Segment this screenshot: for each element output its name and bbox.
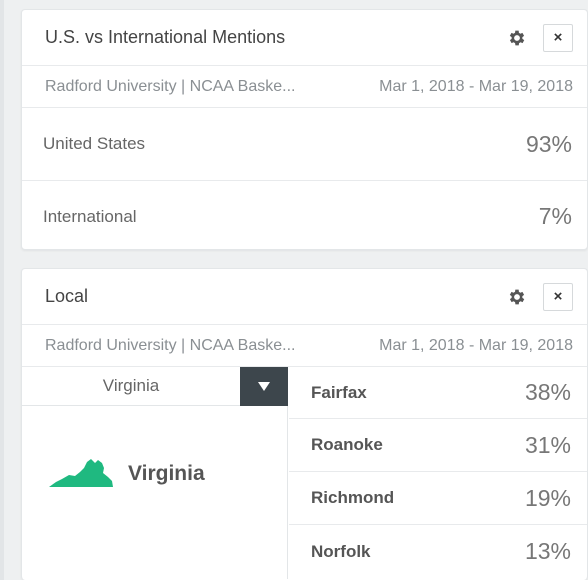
date-range: Mar 1, 2018 - Mar 19, 2018	[379, 336, 573, 354]
city-name: Fairfax	[311, 382, 367, 402]
city-row-norfolk: Norfolk 13%	[289, 525, 587, 578]
gear-icon-glyph	[509, 30, 525, 45]
metric-row-united-states: United States 93%	[22, 108, 587, 180]
dashboard: U.S. vs International Mentions × Radford…	[0, 0, 588, 580]
region-select[interactable]: Virginia	[22, 367, 288, 406]
region-display: Virginia	[48, 457, 205, 491]
virginia-map-icon	[49, 459, 113, 487]
source-label: Radford University | NCAA Baske...	[45, 77, 296, 95]
local-body: Virginia Virginia Fairfax 38% Roanoke 31…	[22, 367, 587, 579]
city-row-roanoke: Roanoke 31%	[289, 419, 587, 472]
card-header: Local ×	[22, 269, 587, 325]
us-vs-international-card: U.S. vs International Mentions × Radford…	[21, 9, 588, 250]
city-value: 19%	[524, 484, 571, 511]
city-list: Fairfax 38% Roanoke 31% Richmond 19% Nor…	[289, 367, 587, 578]
city-row-fairfax: Fairfax 38%	[289, 367, 587, 419]
city-row-richmond: Richmond 19%	[289, 472, 587, 525]
card-title: U.S. vs International Mentions	[45, 27, 286, 47]
dropdown-toggle-button[interactable]	[240, 367, 288, 406]
gear-icon[interactable]	[505, 26, 529, 50]
region-select-value[interactable]: Virginia	[22, 367, 240, 406]
city-value: 38%	[524, 379, 571, 405]
region-pane: Virginia Virginia	[22, 367, 288, 579]
close-button[interactable]: ×	[543, 23, 573, 52]
card-subheader: Radford University | NCAA Baske... Mar 1…	[22, 66, 587, 108]
card-header: U.S. vs International Mentions ×	[22, 10, 587, 66]
metric-label: United States	[43, 134, 146, 153]
caret-down-icon	[258, 382, 270, 391]
metric-value: 7%	[538, 203, 572, 229]
city-name: Richmond	[311, 488, 395, 507]
card-title: Local	[45, 286, 89, 306]
city-value: 31%	[524, 431, 571, 458]
date-range: Mar 1, 2018 - Mar 19, 2018	[379, 77, 573, 95]
source-label: Radford University | NCAA Baske...	[45, 336, 296, 354]
city-name: Roanoke	[311, 435, 383, 454]
metric-row-international: International 7%	[22, 180, 587, 252]
metric-label: International	[43, 206, 137, 226]
city-value: 13%	[524, 538, 571, 564]
gear-icon[interactable]	[505, 285, 529, 309]
metric-value: 93%	[525, 130, 572, 157]
local-card: Local × Radford University | NCAA Baske.…	[21, 268, 588, 580]
city-name: Norfolk	[311, 541, 371, 561]
left-panel-edge	[0, 0, 4, 580]
card-subheader: Radford University | NCAA Baske... Mar 1…	[22, 325, 587, 367]
close-button[interactable]: ×	[543, 282, 573, 311]
gear-icon-glyph	[509, 289, 525, 304]
region-name: Virginia	[128, 462, 205, 485]
